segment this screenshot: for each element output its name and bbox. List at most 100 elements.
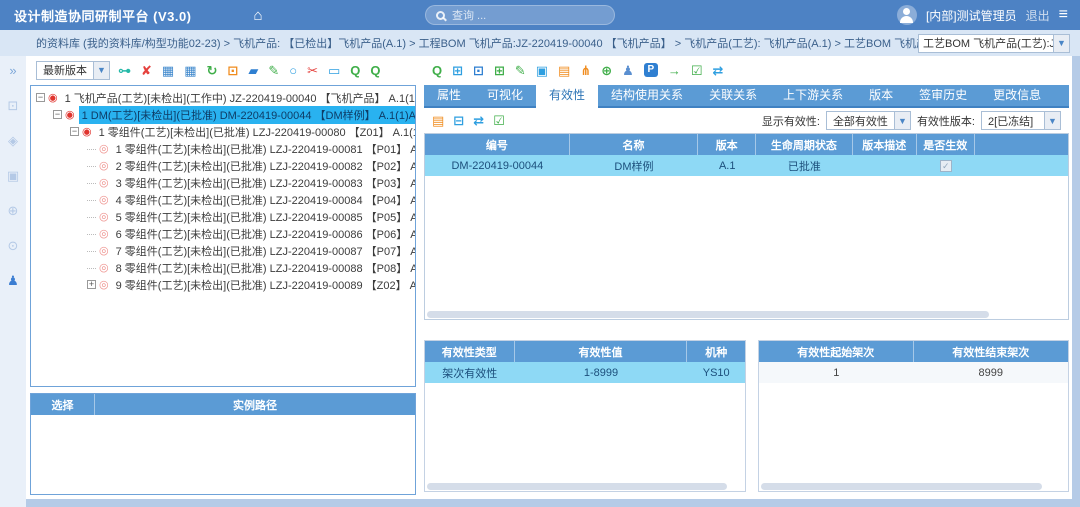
chevron-down-icon[interactable]: ▼ [1053, 35, 1069, 52]
scrollbar-thumb[interactable] [761, 483, 1042, 490]
tree-node[interactable]: ◎2 零组件(工艺)[未检出](已批准) LZJ-220419-00082 【P… [31, 157, 415, 174]
version-select[interactable]: 最新版本 ▼ [36, 61, 110, 80]
report-check-icon[interactable]: ☑ [691, 64, 703, 77]
monitor-icon[interactable]: ⊡ [8, 99, 19, 112]
menu-icon[interactable]: ≡ [1059, 6, 1068, 24]
effective-checkbox[interactable]: ✓ [940, 160, 952, 172]
scrollbar-thumb[interactable] [427, 311, 989, 318]
export-doc-icon[interactable]: ⊟ [453, 114, 464, 127]
tree-node[interactable]: −◉1 飞机产品(工艺)[未检出](工作中) JZ-220419-00040 【… [31, 89, 415, 106]
column-header[interactable]: 实例路径 [95, 394, 415, 415]
doc-add-icon[interactable]: ⊕ [601, 64, 612, 77]
column-header[interactable]: 版本 [698, 134, 756, 155]
tab-6[interactable]: 版本 [856, 85, 906, 108]
delete-icon[interactable]: ✘ [141, 64, 152, 77]
team-icon[interactable]: ♟ [7, 274, 19, 287]
column-header[interactable]: 生命周期状态 [756, 134, 852, 155]
expand-icon[interactable]: + [87, 280, 96, 289]
horizontal-scrollbar[interactable] [425, 482, 745, 491]
table-row[interactable]: DM-220419-00044DM样例A.1已批准✓ [425, 155, 1068, 176]
effectivity-version-select[interactable]: 2[已冻结] ▼ [981, 111, 1061, 130]
structure-tree-icon[interactable]: ⋔ [580, 64, 591, 77]
horizontal-scrollbar[interactable] [425, 310, 1068, 319]
structure-compare-icon[interactable]: ⊶ [118, 64, 131, 77]
column-header[interactable] [975, 134, 1068, 155]
tree-node[interactable]: ◎4 零组件(工艺)[未检出](已批准) LZJ-220419-00084 【P… [31, 191, 415, 208]
tree-node[interactable]: −◉1 DM(工艺)[未检出](已批准) DM-220419-00044 【DM… [31, 106, 415, 123]
folder-icon[interactable]: ▰ [248, 64, 258, 77]
logout-button[interactable]: 退出 [1026, 7, 1050, 24]
tab-3[interactable]: 结构使用关系 [598, 85, 696, 108]
save-icon[interactable]: ▤ [558, 64, 570, 77]
cut-icon[interactable]: ✂ [307, 64, 318, 77]
table-row[interactable]: 架次有效性1-8999YS10 [425, 362, 745, 383]
report-check-icon[interactable]: ☑ [493, 114, 505, 127]
column-header[interactable]: 有效性起始架次 [759, 341, 914, 362]
chevron-down-icon[interactable]: ▼ [1044, 112, 1060, 129]
table-row[interactable]: 18999 [759, 362, 1068, 383]
chevron-down-icon[interactable]: ▼ [894, 112, 910, 129]
column-header[interactable]: 版本描述 [853, 134, 917, 155]
tree-node[interactable]: +◎9 零组件(工艺)[未检出](已批准) LZJ-220419-00089 【… [31, 276, 415, 293]
copy-window-icon[interactable]: ⊡ [227, 64, 238, 77]
grid-config-alt-icon[interactable]: ▦ [184, 64, 196, 77]
tree-node[interactable]: ◎6 零组件(工艺)[未检出](已批准) LZJ-220419-00086 【P… [31, 225, 415, 242]
home-icon[interactable]: ⌂ [254, 7, 263, 24]
swap-icon[interactable]: ⇄ [473, 114, 484, 127]
tree-node[interactable]: ◎7 零组件(工艺)[未检出](已批准) LZJ-220419-00087 【P… [31, 242, 415, 259]
tab-8[interactable]: 更改信息 [980, 85, 1054, 108]
horizontal-scrollbar[interactable] [759, 482, 1068, 491]
expand-panel-icon[interactable]: » [9, 64, 16, 77]
tree-node[interactable]: −◉1 零组件(工艺)[未检出](已批准) LZJ-220419-00080 【… [31, 123, 415, 140]
column-header[interactable]: 有效性结束架次 [914, 341, 1069, 362]
swap-icon[interactable]: ⇄ [712, 64, 723, 77]
column-header[interactable]: 有效性值 [515, 341, 688, 362]
tab-5[interactable]: 上下游关系 [770, 85, 856, 108]
scrollbar-thumb[interactable] [427, 483, 727, 490]
tab-2[interactable]: 有效性 [536, 85, 598, 108]
users-icon[interactable]: ♟ [622, 64, 634, 77]
global-search-input[interactable]: 查询 ... [425, 5, 615, 25]
show-effectivity-select[interactable]: 全部有效性 ▼ [826, 111, 911, 130]
tree-node[interactable]: ◎3 零组件(工艺)[未检出](已批准) LZJ-220419-00083 【P… [31, 174, 415, 191]
forward-icon[interactable]: → [668, 64, 681, 77]
layers-icon[interactable]: ▣ [7, 169, 19, 182]
paste-add-icon[interactable]: ⊞ [452, 64, 463, 77]
tab-1[interactable]: 可视化 [474, 85, 536, 108]
tree-node[interactable]: ◎8 零组件(工艺)[未检出](已批准) LZJ-220419-00088 【P… [31, 259, 415, 276]
box-3d-icon[interactable]: ◈ [8, 134, 18, 147]
save-icon[interactable]: ▤ [432, 114, 444, 127]
breadcrumb[interactable]: 的资料库 (我的资料库/构型功能02-23) > 飞机产品: 【已检出】飞机产品… [36, 35, 918, 51]
select-area-icon[interactable]: ▭ [328, 64, 340, 77]
refresh-icon[interactable]: ↻ [207, 64, 218, 77]
column-header[interactable]: 机种 [687, 341, 745, 362]
column-header[interactable]: 选择 [31, 394, 95, 415]
grid-config-icon[interactable]: ▦ [162, 64, 174, 77]
publish-icon[interactable]: P [644, 63, 658, 77]
user-avatar-icon[interactable] [897, 5, 917, 25]
tree-node[interactable]: ◎1 零组件(工艺)[未检出](已批准) LZJ-220419-00081 【P… [31, 140, 415, 157]
collapse-icon[interactable]: − [53, 110, 62, 119]
tab-4[interactable]: 关联关系 [696, 85, 770, 108]
paste-search-icon[interactable]: ⊡ [473, 64, 484, 77]
tab-7[interactable]: 签审历史 [906, 85, 980, 108]
screen-share-icon[interactable]: ⊙ [8, 239, 19, 252]
search-icon[interactable]: Q [350, 64, 360, 77]
paste-new-icon[interactable]: ⊞ [494, 64, 505, 77]
search-icon[interactable]: Q [432, 64, 442, 77]
sync-circle-icon[interactable]: ○ [289, 64, 297, 77]
edit-icon[interactable]: ✎ [268, 64, 279, 77]
context-select[interactable]: 工艺BOM 飞机产品(工艺):JZ... ▼ [918, 34, 1070, 53]
edit-doc-icon[interactable]: ✎ [515, 64, 526, 77]
chevron-down-icon[interactable]: ▼ [93, 62, 109, 79]
tab-0[interactable]: 属性 [424, 85, 474, 108]
collapse-icon[interactable]: − [70, 127, 79, 136]
search-alt-icon[interactable]: Q [370, 64, 380, 77]
column-header[interactable]: 编号 [425, 134, 570, 155]
column-header[interactable]: 是否生效 [917, 134, 975, 155]
clipboard-icon[interactable]: ▣ [536, 64, 548, 77]
tree-node[interactable]: ◎5 零组件(工艺)[未检出](已批准) LZJ-220419-00085 【P… [31, 208, 415, 225]
column-header[interactable]: 有效性类型 [425, 341, 515, 362]
plugin-icon[interactable]: ⊕ [8, 204, 19, 217]
column-header[interactable]: 名称 [570, 134, 699, 155]
